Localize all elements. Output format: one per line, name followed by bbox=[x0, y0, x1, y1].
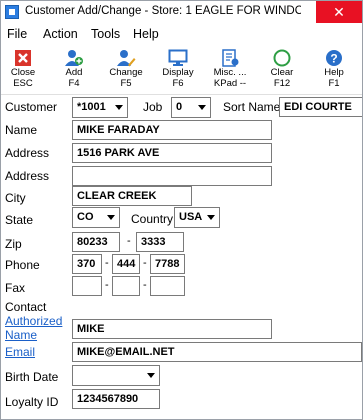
contact-label: Contact bbox=[5, 300, 47, 314]
zip-separator: - bbox=[127, 235, 131, 247]
fax-separator: - bbox=[105, 279, 109, 291]
display-button[interactable]: Display F6 bbox=[153, 49, 203, 93]
job-select[interactable]: 0 bbox=[171, 97, 211, 118]
phone-separator: - bbox=[105, 257, 109, 269]
state-select[interactable]: CO bbox=[72, 207, 120, 228]
address-line1-field[interactable]: 1516 PARK AVE bbox=[72, 143, 272, 163]
name-label: Name bbox=[5, 123, 38, 137]
change-button-label: Change bbox=[109, 67, 143, 78]
display-button-label: Display bbox=[162, 67, 194, 78]
display-button-key: F6 bbox=[172, 78, 184, 89]
city-label: City bbox=[5, 191, 26, 205]
customer-label: Customer bbox=[5, 100, 58, 114]
phone-label: Phone bbox=[5, 258, 40, 272]
close-button[interactable]: Close ESC bbox=[1, 49, 48, 93]
menu-tools[interactable]: Tools bbox=[91, 27, 120, 41]
misc-button[interactable]: Misc. ... KPad -- bbox=[205, 49, 255, 93]
phone-separator: - bbox=[143, 257, 147, 269]
fax-area-field[interactable] bbox=[72, 276, 102, 296]
add-user-icon bbox=[65, 50, 83, 66]
birth-date-picker[interactable] bbox=[72, 365, 160, 386]
close-icon bbox=[15, 50, 31, 66]
misc-button-key: KPad -- bbox=[213, 78, 247, 89]
country-label: Country bbox=[131, 212, 174, 226]
chevron-down-icon bbox=[107, 215, 115, 220]
phone-area-field[interactable]: 370 bbox=[72, 254, 102, 274]
state-value: CO bbox=[77, 211, 94, 223]
chevron-down-icon bbox=[147, 373, 155, 378]
customer-select[interactable]: *1001 bbox=[72, 97, 128, 118]
change-button[interactable]: Change F5 bbox=[101, 49, 151, 93]
address-line2-field[interactable] bbox=[72, 166, 272, 186]
zip-label: Zip bbox=[5, 237, 22, 251]
name-field[interactable]: MIKE FARADAY bbox=[72, 120, 272, 140]
zip-field[interactable]: 80233 bbox=[72, 232, 120, 252]
add-button[interactable]: Add F4 bbox=[49, 49, 99, 93]
phone-line-field[interactable]: 7788 bbox=[150, 254, 185, 274]
help-button[interactable]: ? Help F1 bbox=[309, 49, 359, 93]
misc-button-label: Misc. ... bbox=[213, 67, 247, 78]
clear-button[interactable]: Clear F12 bbox=[257, 49, 307, 93]
fax-separator: - bbox=[143, 279, 147, 291]
add-button-label: Add bbox=[65, 67, 83, 78]
change-button-key: F5 bbox=[120, 78, 132, 89]
help-icon: ? bbox=[326, 50, 342, 66]
address-label: Address bbox=[5, 146, 50, 160]
chevron-down-icon bbox=[207, 215, 215, 220]
monitor-icon bbox=[168, 49, 188, 66]
menu-file[interactable]: File bbox=[7, 27, 27, 41]
loyalty-id-label: Loyalty ID bbox=[5, 395, 59, 409]
fax-prefix-field[interactable] bbox=[112, 276, 140, 296]
toolbar: Close ESC Add F4 Change F5 Display F6 Mi… bbox=[1, 47, 362, 95]
sort-name-field[interactable]: EDI COURTE bbox=[279, 97, 362, 117]
authorized-name-link[interactable]: Authorized bbox=[5, 314, 62, 328]
zip-extension-field[interactable]: 3333 bbox=[136, 232, 184, 252]
email-field[interactable]: MIKE@EMAIL.NET bbox=[72, 342, 362, 362]
job-value: 0 bbox=[176, 101, 183, 113]
fax-label: Fax bbox=[5, 281, 26, 295]
phone-prefix-field[interactable]: 444 bbox=[112, 254, 140, 274]
country-value: USA bbox=[179, 211, 203, 223]
menu-help[interactable]: Help bbox=[133, 27, 159, 41]
clear-icon bbox=[273, 49, 291, 67]
job-label: Job bbox=[143, 100, 163, 114]
app-icon bbox=[5, 5, 19, 19]
sort-name-label: Sort Name bbox=[223, 100, 281, 114]
title-bar: Customer Add/Change - Store: 1 EAGLE FOR… bbox=[1, 1, 362, 23]
help-button-key: F1 bbox=[328, 78, 340, 89]
menu-bar: File Action Tools Help bbox=[1, 25, 362, 45]
add-button-key: F4 bbox=[68, 78, 80, 89]
fax-line-field[interactable] bbox=[150, 276, 185, 296]
close-button-label: Close bbox=[10, 67, 36, 78]
close-button-key: ESC bbox=[13, 78, 33, 89]
authorized-name-link-line2[interactable]: Name bbox=[5, 328, 37, 342]
email-link[interactable]: Email bbox=[5, 345, 35, 359]
window-close-button[interactable]: ✕ bbox=[316, 1, 362, 23]
chevron-down-icon bbox=[115, 105, 123, 110]
clear-button-key: F12 bbox=[273, 78, 291, 89]
birth-date-label: Birth Date bbox=[5, 370, 59, 384]
menu-action[interactable]: Action bbox=[43, 27, 78, 41]
customer-value: *1001 bbox=[77, 101, 106, 113]
country-select[interactable]: USA bbox=[174, 207, 220, 228]
help-button-label: Help bbox=[324, 67, 344, 78]
misc-icon bbox=[222, 49, 239, 67]
customer-add-change-window: Customer Add/Change - Store: 1 EAGLE FOR… bbox=[0, 0, 363, 420]
address2-label: Address bbox=[5, 169, 50, 183]
city-field[interactable]: CLEAR CREEK bbox=[72, 186, 192, 206]
authorized-name-field[interactable]: MIKE bbox=[72, 319, 272, 339]
edit-user-icon bbox=[117, 50, 136, 67]
state-label: State bbox=[5, 213, 34, 227]
loyalty-id-field[interactable]: 1234567890 bbox=[72, 389, 160, 409]
svg-text:?: ? bbox=[330, 52, 337, 66]
clear-button-label: Clear bbox=[270, 67, 294, 78]
chevron-down-icon bbox=[198, 105, 206, 110]
window-title: Customer Add/Change - Store: 1 EAGLE FOR… bbox=[25, 5, 301, 17]
